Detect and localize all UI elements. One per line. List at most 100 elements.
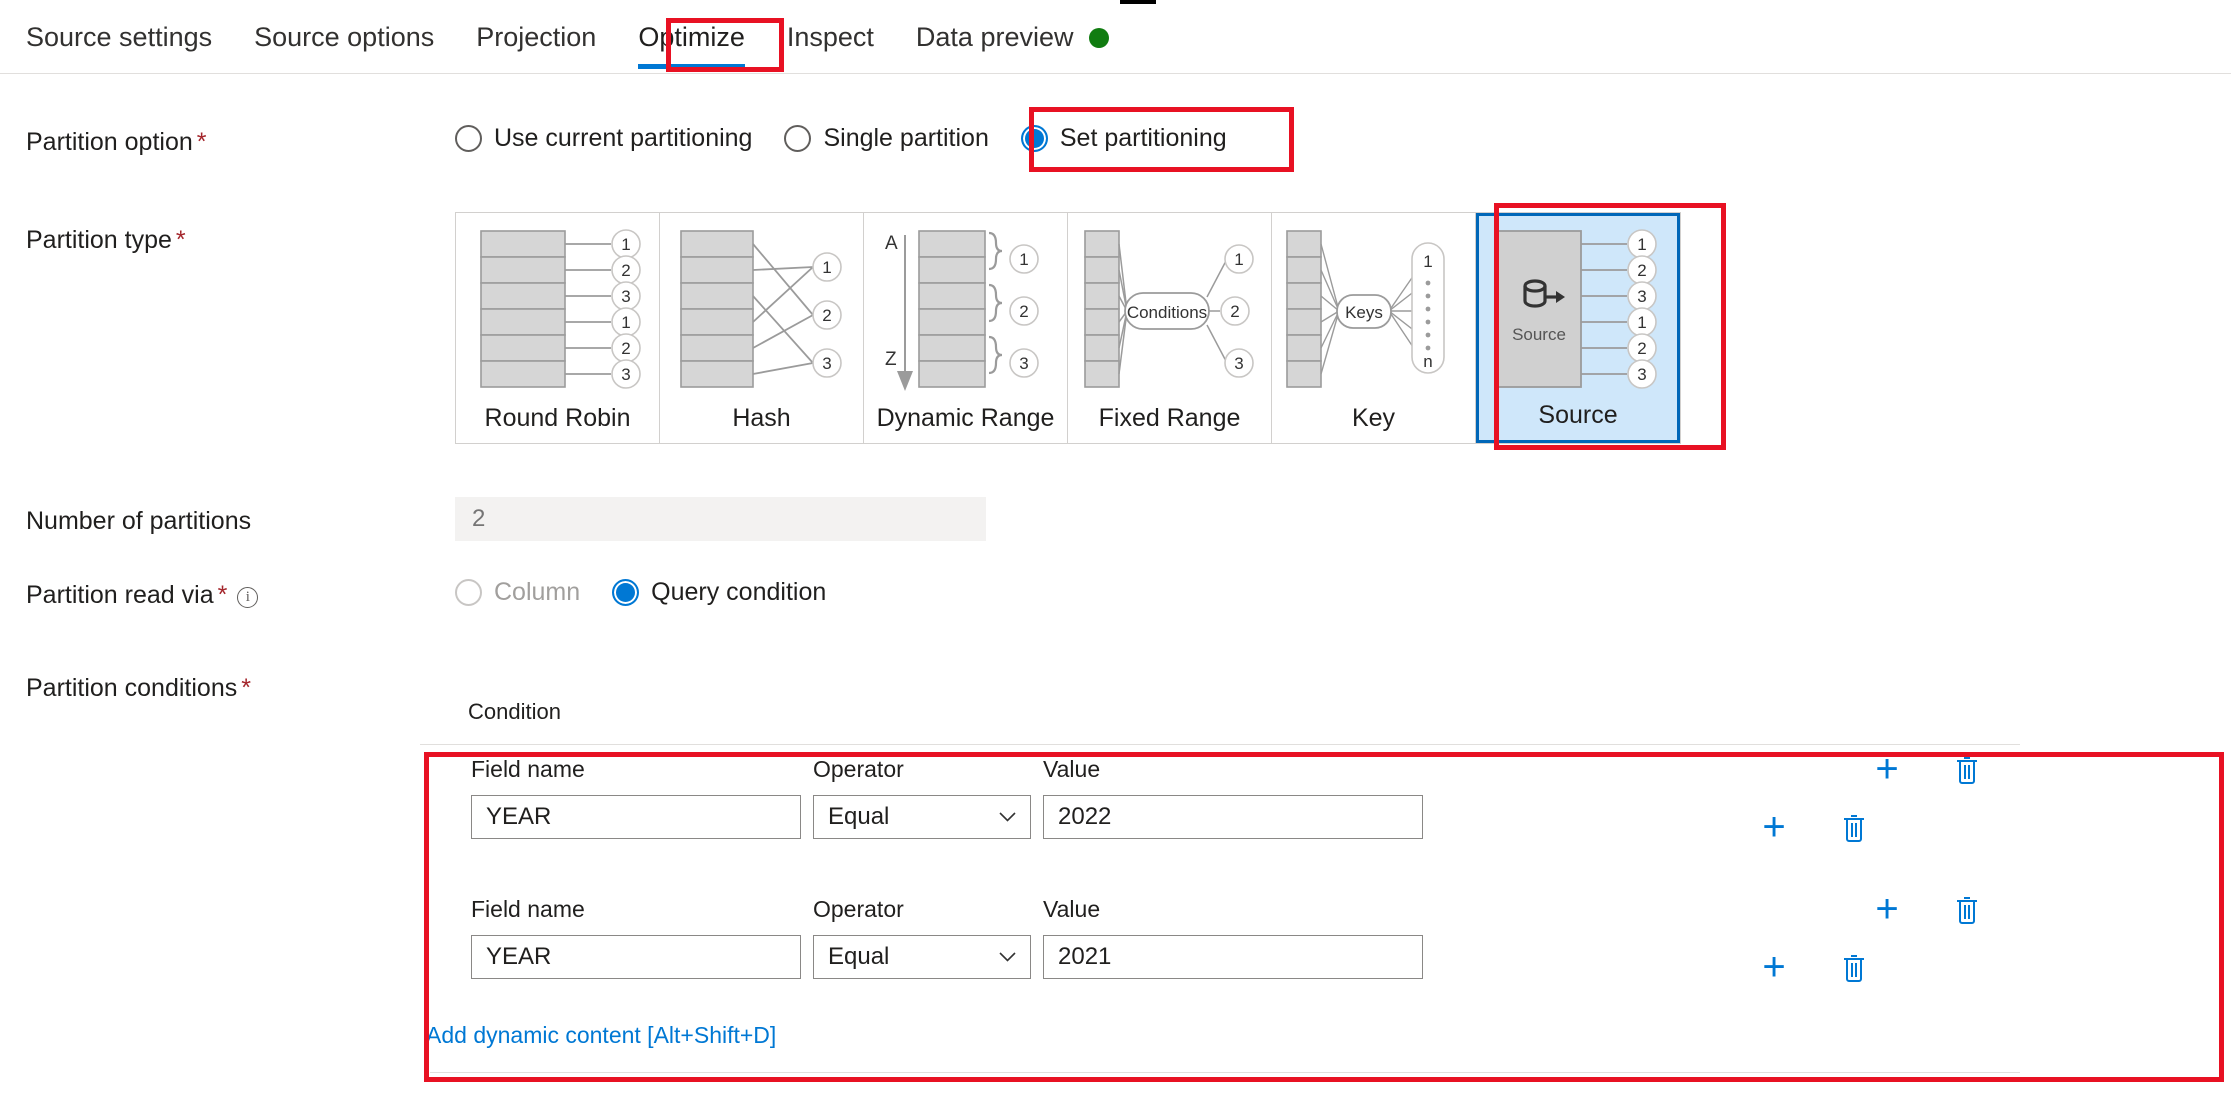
add-dynamic-content-link[interactable]: Add dynamic content [Alt+Shift+D] (426, 1022, 776, 1049)
trash-icon (1957, 897, 1977, 924)
svg-text:3: 3 (1234, 354, 1243, 373)
tab-data-preview[interactable]: Data preview (916, 16, 1110, 69)
value-input[interactable] (1043, 795, 1423, 839)
value-column: Value (1043, 756, 1423, 839)
partition-type-card-dynamic-range[interactable]: A Z 1 2 3 Dynamic Range (864, 213, 1068, 443)
key-diagram: Keys 1 n (1272, 213, 1475, 404)
hash-diagram: 1 2 3 (660, 213, 863, 404)
field-name-header: Field name (471, 896, 585, 922)
fixed-range-diagram: Conditions 1 2 3 (1068, 213, 1271, 404)
radio-mark-icon (784, 125, 812, 152)
label-text: Partition read via (26, 581, 214, 609)
range-end-letter: Z (885, 349, 897, 370)
add-condition-group-button[interactable]: + (1870, 747, 1904, 791)
radio-mark-icon (612, 579, 640, 606)
card-label: Key (1351, 404, 1396, 432)
operator-header: Operator (813, 896, 904, 922)
card-label: Source (1538, 401, 1618, 429)
row-actions-inner: + (1757, 805, 1871, 849)
tab-source-settings[interactable]: Source settings (26, 16, 212, 69)
trash-icon (1844, 955, 1864, 982)
operator-value: Equal (828, 803, 890, 830)
chevron-down-icon (999, 952, 1016, 962)
value-column: Value (1043, 896, 1423, 979)
info-icon[interactable]: i (237, 587, 259, 608)
radio-single-partition[interactable]: Single partition (784, 124, 989, 153)
operator-column: Operator Equal (813, 756, 1031, 839)
radio-mark-icon (455, 125, 482, 152)
condition-row: Field name Operator Equal Value + (427, 889, 2224, 1036)
radio-use-current-partitioning[interactable]: Use current partitioning (455, 124, 752, 153)
source-diagram: Source 1 2 3 1 2 3 (1479, 216, 1677, 401)
condition-top-divider (420, 744, 2020, 745)
value-input[interactable] (1043, 935, 1423, 979)
radio-label: Use current partitioning (494, 124, 753, 152)
svg-text:3: 3 (822, 354, 831, 373)
key-range-bottom: n (1423, 352, 1432, 371)
field-name-header: Field name (471, 756, 585, 782)
field-name-input[interactable] (471, 795, 801, 839)
row-actions-inner: + (1757, 947, 1871, 987)
partition-type-card-key[interactable]: Keys 1 n Key (1272, 213, 1476, 443)
svg-text:2: 2 (1637, 339, 1646, 358)
key-svg: Keys 1 n (1285, 229, 1445, 388)
radio-label: Query condition (651, 578, 827, 606)
operator-select[interactable]: Equal (813, 795, 1031, 839)
range-start-letter: A (885, 233, 898, 254)
partition-type-card-fixed-range[interactable]: Conditions 1 2 3 Fixed Range (1068, 213, 1272, 443)
dynamic-range-svg: A Z 123 (885, 229, 1039, 391)
fixed-range-svg: Conditions 1 2 3 (1083, 229, 1254, 388)
row-actions-outer: + (1870, 747, 1984, 791)
operator-column: Operator Equal (813, 896, 1031, 979)
radio-label: Single partition (823, 124, 989, 152)
optimize-settings-page: Source settings Source options Projectio… (0, 0, 2231, 1106)
card-label: Dynamic Range (876, 404, 1055, 432)
svg-text:1: 1 (822, 258, 831, 277)
tab-inspect[interactable]: Inspect (787, 16, 874, 69)
partition-option-radio-group: Use current partitioning Single partitio… (455, 124, 1227, 153)
tab-label: Projection (476, 22, 597, 52)
radio-column: Column (455, 578, 580, 607)
svg-text:2: 2 (621, 261, 630, 280)
delete-condition-row-button[interactable] (1837, 950, 1871, 984)
label-text: Partition type (26, 226, 172, 254)
label-text: Partition conditions (26, 674, 238, 702)
radio-query-condition[interactable]: Query condition (612, 578, 826, 607)
delete-condition-row-button[interactable] (1837, 810, 1871, 844)
source-icon-label: Source (1512, 325, 1566, 344)
required-asterisk: * (196, 128, 207, 156)
partition-type-card-round-robin[interactable]: 1 2 3 1 2 3 Round Robin (456, 213, 660, 443)
svg-text:3: 3 (1019, 354, 1028, 373)
key-range-top: 1 (1423, 252, 1432, 271)
number-of-partitions-input[interactable] (455, 497, 986, 541)
plus-icon: + (1762, 805, 1786, 849)
tab-optimize[interactable]: Optimize (638, 16, 745, 69)
partition-type-card-list: 123 123 Round Robin 1 2 3 Hash A Z 1 2 3… (455, 212, 1681, 444)
operator-select[interactable]: Equal (813, 935, 1031, 979)
tab-label: Source settings (26, 22, 213, 52)
partition-type-card-source[interactable]: Source 123 123 Source (1476, 213, 1680, 443)
add-condition-row-button[interactable]: + (1757, 805, 1791, 849)
tab-projection[interactable]: Projection (476, 16, 596, 69)
card-label: Fixed Range (1098, 404, 1241, 432)
condition-section-header: Condition (468, 699, 561, 724)
partition-read-via-label: Partition read via * i (26, 581, 259, 610)
delete-condition-group-button[interactable] (1950, 752, 1984, 786)
partition-type-label: Partition type * (26, 226, 186, 255)
radio-mark-icon (1020, 125, 1048, 152)
add-condition-group-button[interactable]: + (1870, 889, 1904, 929)
radio-set-partitioning[interactable]: Set partitioning (1020, 124, 1227, 153)
field-name-input[interactable] (471, 935, 801, 979)
plus-icon: + (1875, 747, 1899, 791)
delete-condition-group-button[interactable] (1950, 892, 1984, 926)
partition-option-label: Partition option * (26, 128, 207, 157)
field-name-column: Field name (471, 896, 801, 979)
svg-text:1: 1 (1637, 235, 1646, 254)
tab-source-options[interactable]: Source options (254, 16, 434, 69)
svg-text:3: 3 (621, 287, 630, 306)
partition-type-card-hash[interactable]: 1 2 3 Hash (660, 213, 864, 443)
radio-label: Column (494, 578, 581, 606)
add-condition-row-button[interactable]: + (1757, 947, 1791, 987)
trash-icon (1844, 815, 1864, 842)
svg-text:1: 1 (621, 235, 630, 254)
